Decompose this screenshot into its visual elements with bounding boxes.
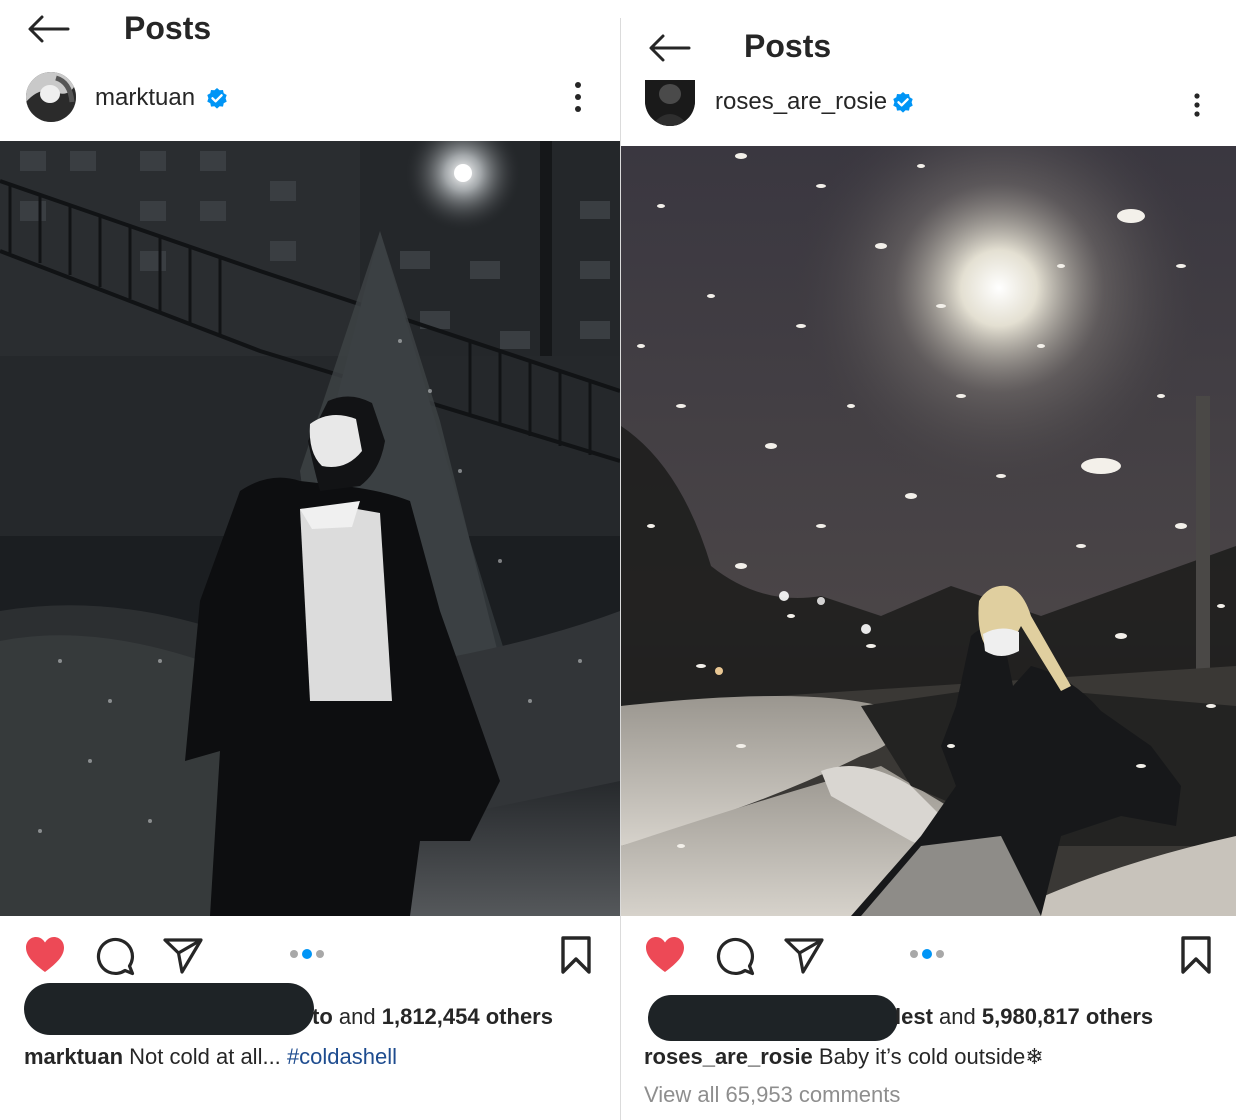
carousel-indicator [290,949,324,959]
comment-icon[interactable] [714,935,756,977]
carousel-dot [290,950,298,958]
caption-text: Baby it’s cold outside❄ [818,1044,1044,1069]
liked-by-fragment: lest [895,1004,933,1029]
redacted-liked-by [24,983,314,1035]
view-all-comments-link[interactable]: View all 65,953 comments [644,1082,900,1108]
post-panel-left: Posts marktuan to and 1,812,454 others m… [0,0,620,1080]
likes-count: 1,812,454 [381,1004,480,1029]
carousel-dot [316,950,324,958]
save-bookmark-icon[interactable] [560,935,592,975]
redacted-liked-by [648,995,898,1041]
username[interactable]: marktuan [95,84,195,112]
carousel-dot-active [922,949,932,959]
caption-username[interactable]: marktuan [24,1044,123,1069]
username[interactable]: roses_are_rosie [715,88,887,116]
post-header: roses_are_rosie [621,80,1236,136]
post-photo[interactable] [621,146,1236,916]
save-bookmark-icon[interactable] [1180,935,1212,975]
post-header: marktuan [0,70,620,126]
more-options-icon[interactable] [1192,93,1202,119]
caption-text: Not cold at all... [129,1044,281,1069]
carousel-dot [936,950,944,958]
post-caption: marktuan Not cold at all... #coldashell [24,1044,397,1070]
avatar[interactable] [645,80,695,126]
likes-and: and [939,1004,976,1029]
likes-count: 5,980,817 [981,1004,1080,1029]
carousel-dot-active [302,949,312,959]
post-photo[interactable] [0,141,620,916]
carousel-indicator [910,949,944,959]
heart-icon[interactable] [24,935,66,975]
verified-badge-icon [207,88,227,109]
share-icon[interactable] [163,937,203,975]
likes-summary[interactable]: lest and 5,980,817 others [895,1004,1153,1030]
caption-username[interactable]: roses_are_rosie [644,1044,813,1069]
caption-hashtag[interactable]: #coldashell [287,1044,397,1069]
page-title: Posts [124,10,212,46]
carousel-dot [910,950,918,958]
back-arrow-icon[interactable] [647,33,691,63]
liked-by-fragment: to [312,1004,333,1029]
more-options-icon[interactable] [572,81,584,115]
likes-others: others [485,1004,553,1029]
comment-icon[interactable] [94,935,136,977]
share-icon[interactable] [784,937,824,975]
post-caption: roses_are_rosie Baby it’s cold outside❄ [644,1044,1044,1070]
heart-icon[interactable] [644,935,686,975]
avatar[interactable] [26,72,76,122]
post-panel-right: Posts roses_are_rosie lest and 5,980,817… [621,0,1236,1120]
likes-others: others [1085,1004,1154,1029]
likes-and: and [338,1004,376,1029]
page-title: Posts [744,28,832,64]
verified-badge-icon [893,92,913,113]
likes-summary[interactable]: to and 1,812,454 others [312,1004,553,1030]
back-arrow-icon[interactable] [26,14,70,44]
